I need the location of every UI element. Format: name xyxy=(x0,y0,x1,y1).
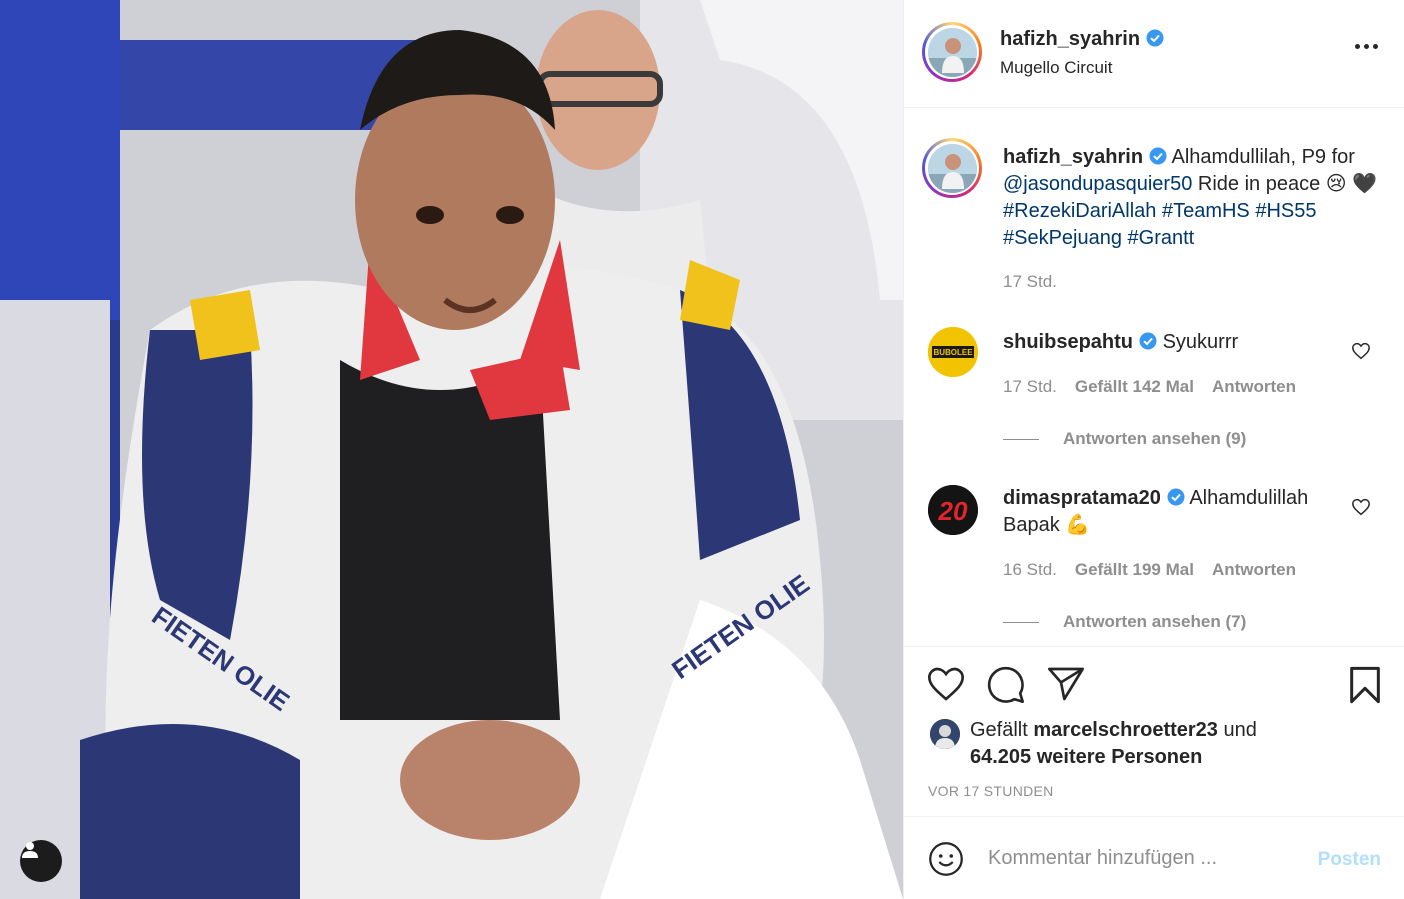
comment-time: 17 Std. xyxy=(1003,377,1057,396)
view-replies-label: Antworten ansehen (9) xyxy=(1063,429,1247,448)
comment-meta: 17 Std. Gefällt 142 Mal Antworten xyxy=(1003,377,1296,397)
comment-like-heart-icon[interactable] xyxy=(1351,342,1371,360)
caption-username[interactable]: hafizh_syahrin xyxy=(1003,146,1143,168)
post-comment-button[interactable]: Posten xyxy=(1318,849,1381,871)
caption-body-2: Ride in peace xyxy=(1197,173,1321,195)
comment-username[interactable]: dimaspratama20 xyxy=(1003,487,1161,509)
comment-username[interactable]: shuibsepahtu xyxy=(1003,331,1133,353)
comment-text: dimaspratama20 Alhamdulillah Bapak 💪 xyxy=(1003,485,1333,539)
post-location[interactable]: Mugello Circuit xyxy=(1000,58,1112,78)
comment-bubble-icon[interactable] xyxy=(986,665,1026,705)
comment-avatar-image: BUBOLEE xyxy=(928,327,978,377)
caption-avatar[interactable] xyxy=(922,138,982,198)
black-heart-emoji: 🖤 xyxy=(1352,173,1378,195)
verified-badge-icon xyxy=(1146,29,1164,47)
caption-hashtags-2[interactable]: #SekPejuang #Grantt xyxy=(1003,227,1194,249)
comment-avatar[interactable]: BUBOLEE xyxy=(928,327,978,377)
comment-like-heart-icon[interactable] xyxy=(1351,498,1371,516)
emoji-picker-icon[interactable] xyxy=(928,841,964,877)
save-bookmark-icon[interactable] xyxy=(1348,665,1382,705)
comment-reply-button[interactable]: Antworten xyxy=(1212,377,1296,396)
comment-text: shuibsepahtu Syukurrr xyxy=(1003,329,1333,356)
verified-badge-icon xyxy=(1139,332,1157,350)
comment-avatar-image: 20 xyxy=(928,485,978,535)
author-avatar-image xyxy=(927,27,977,77)
caption-time: 17 Std. xyxy=(1003,272,1057,291)
verified-badge-icon xyxy=(1149,147,1167,165)
likes-prefix: Gefällt xyxy=(970,719,1028,741)
comment-composer: Posten xyxy=(904,816,1404,899)
liker-avatar[interactable] xyxy=(930,719,960,749)
like-heart-icon[interactable] xyxy=(926,665,966,703)
comment-meta: 16 Std. Gefällt 199 Mal Antworten xyxy=(1003,560,1296,580)
comment-likes[interactable]: Gefällt 199 Mal xyxy=(1075,560,1194,579)
view-replies-label: Antworten ansehen (7) xyxy=(1063,612,1247,631)
likes-count[interactable]: 64.205 weitere Personen xyxy=(970,746,1202,768)
comments-list: hafizh_syahrin Alhamdullilah, P9 for @ja… xyxy=(904,108,1404,646)
comment-body: Syukurrr xyxy=(1162,331,1239,353)
post-timestamp[interactable]: VOR 17 STUNDEN xyxy=(928,783,1054,799)
likes-mid: und xyxy=(1223,719,1257,741)
comment-input[interactable] xyxy=(988,847,1288,870)
share-paper-plane-icon[interactable] xyxy=(1046,665,1086,703)
post-actions: Gefällt marcelschroetter23 und 64.205 we… xyxy=(904,646,1404,816)
comment-avatar[interactable]: 20 xyxy=(928,485,978,535)
view-replies-button[interactable]: Antworten ansehen (9) xyxy=(1003,429,1246,449)
post-side-panel: hafizh_syahrin Mugello Circuit hafizh_sy… xyxy=(903,0,1404,899)
likes-summary: Gefällt marcelschroetter23 und 64.205 we… xyxy=(970,717,1257,771)
view-replies-button[interactable]: Antworten ansehen (7) xyxy=(1003,612,1246,632)
author-avatar[interactable] xyxy=(922,22,982,82)
rider-illustration: FIETEN OLIE FIETEN OLIE xyxy=(0,0,903,899)
flexed-biceps-emoji: 💪 xyxy=(1065,514,1091,536)
user-icon xyxy=(22,842,38,858)
tagged-users-button[interactable] xyxy=(20,840,62,882)
caption-body-1: Alhamdullilah, P9 for xyxy=(1171,146,1355,168)
more-options-icon[interactable] xyxy=(1355,44,1378,49)
post-photo[interactable]: FIETEN OLIE FIETEN OLIE xyxy=(0,0,903,899)
comment-likes[interactable]: Gefällt 142 Mal xyxy=(1075,377,1194,396)
comment-avatar-label: BUBOLEE xyxy=(933,348,973,357)
liker-avatar-image xyxy=(930,719,960,749)
caption-avatar-image xyxy=(927,143,977,193)
replies-divider xyxy=(1003,621,1039,623)
caption-text: hafizh_syahrin Alhamdullilah, P9 for @ja… xyxy=(1003,144,1383,252)
crying-face-emoji: 😢 xyxy=(1325,173,1347,195)
liker-username[interactable]: marcelschroetter23 xyxy=(1033,719,1218,741)
replies-divider xyxy=(1003,438,1039,440)
comment-reply-button[interactable]: Antworten xyxy=(1212,560,1296,579)
post-header: hafizh_syahrin Mugello Circuit xyxy=(904,0,1404,108)
caption-hashtags[interactable]: #RezekiDariAllah #TeamHS #HS55 xyxy=(1003,200,1316,222)
comment-avatar-label: 20 xyxy=(938,496,968,526)
verified-badge-icon xyxy=(1167,488,1185,506)
comment-time: 16 Std. xyxy=(1003,560,1057,579)
caption-mention[interactable]: @jasondupasquier50 xyxy=(1003,173,1192,195)
author-username[interactable]: hafizh_syahrin xyxy=(1000,28,1164,51)
